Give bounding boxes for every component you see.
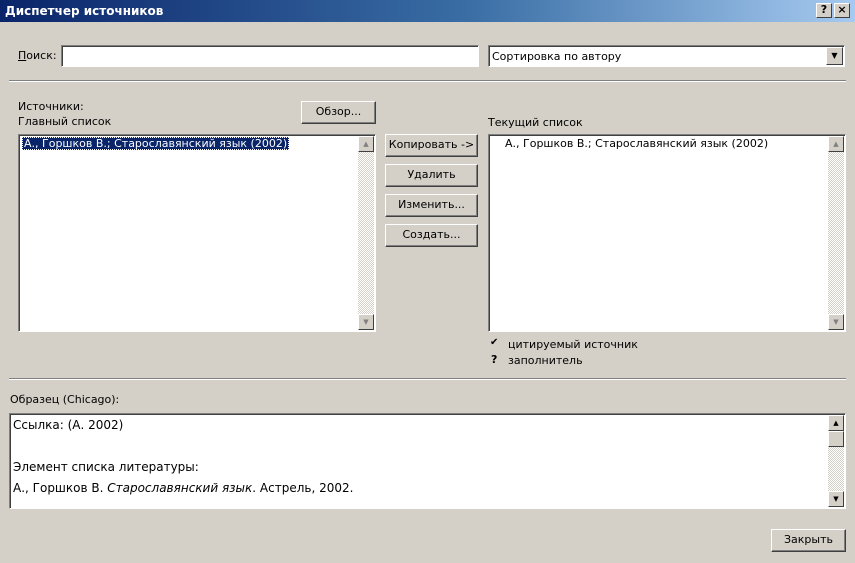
copy-button[interactable]: Копировать ->	[385, 134, 478, 157]
checkmark-icon: ✔	[490, 337, 499, 348]
current-list-scrollbar[interactable]: ▲ ▼	[828, 136, 844, 330]
sort-dropdown-value: Сортировка по автору	[492, 50, 622, 63]
scroll-up-icon[interactable]: ▲	[358, 136, 374, 152]
bibliography-heading: Элемент списка литературы:	[13, 460, 199, 474]
sort-dropdown[interactable]: Сортировка по автору ▼	[488, 45, 845, 67]
title-bar: Диспетчер источников ? ×	[0, 0, 855, 22]
create-button[interactable]: Создать...	[385, 224, 478, 247]
browse-button[interactable]: Обзор...	[301, 101, 376, 124]
master-list-item[interactable]: А., Горшков В.; Старославянский язык (20…	[22, 137, 290, 150]
master-list-label: Главный список	[18, 115, 112, 128]
master-list[interactable]: А., Горшков В.; Старославянский язык (20…	[18, 134, 376, 332]
close-button[interactable]: Закрыть	[771, 529, 846, 552]
current-list[interactable]: А., Горшков В.; Старославянский язык (20…	[488, 134, 846, 332]
chevron-down-icon[interactable]: ▼	[826, 47, 843, 65]
separator	[9, 80, 846, 82]
current-list-label: Текущий список	[488, 116, 583, 129]
master-list-scrollbar[interactable]: ▲ ▼	[358, 136, 374, 330]
edit-button[interactable]: Изменить...	[385, 194, 478, 217]
help-button[interactable]: ?	[816, 3, 832, 18]
citation-text: Ссылка: (А. 2002)	[13, 418, 124, 432]
scroll-down-icon[interactable]: ▼	[828, 314, 844, 330]
placeholder-label: заполнитель	[508, 354, 583, 367]
scroll-down-icon[interactable]: ▼	[358, 314, 374, 330]
sources-label: Источники:	[18, 100, 84, 113]
current-list-item[interactable]: А., Горшков В.; Старославянский язык (20…	[503, 137, 770, 150]
search-input[interactable]	[61, 45, 479, 67]
bibliography-entry: А., Горшков В. Старославянский язык. Аст…	[13, 481, 354, 495]
cited-source-label: цитируемый источник	[508, 338, 638, 351]
preview-label: Образец (Chicago):	[10, 393, 120, 406]
preview-scrollbar[interactable]: ▲ ▼	[828, 415, 844, 507]
scroll-thumb[interactable]	[828, 431, 844, 447]
window-title: Диспетчер источников	[5, 4, 164, 18]
search-label: Поиск:	[18, 49, 57, 62]
preview-box[interactable]: Ссылка: (А. 2002) Элемент списка литерат…	[9, 413, 846, 509]
separator	[9, 378, 846, 380]
scroll-up-icon[interactable]: ▲	[828, 136, 844, 152]
window-close-button[interactable]: ×	[834, 3, 850, 18]
scroll-up-icon[interactable]: ▲	[828, 415, 844, 431]
delete-button[interactable]: Удалить	[385, 164, 478, 187]
question-mark-icon: ?	[491, 353, 498, 366]
scroll-down-icon[interactable]: ▼	[828, 491, 844, 507]
